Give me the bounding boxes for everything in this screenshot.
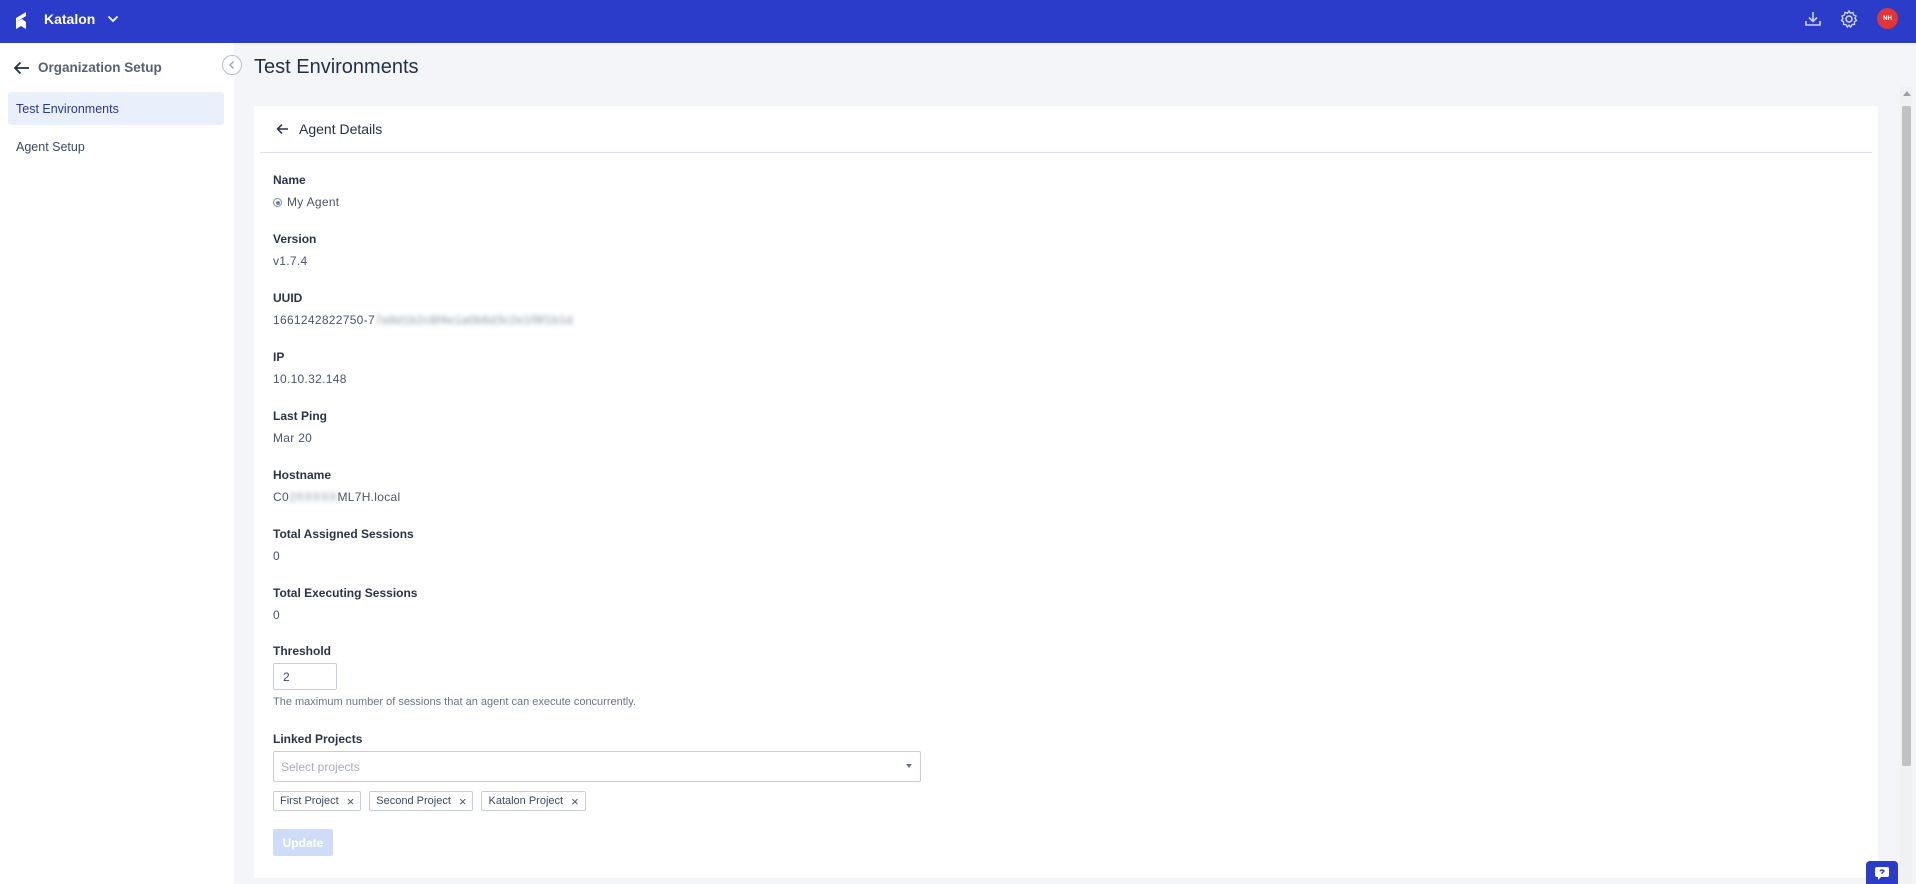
agent-details-card: Agent Details Name My Agent Version v1.7… xyxy=(254,106,1878,878)
threshold-input[interactable] xyxy=(273,663,337,690)
threshold-label: Threshold xyxy=(273,644,332,658)
top-bar: Katalon NH xyxy=(0,0,1916,43)
radio-icon xyxy=(273,198,282,207)
sidebar-back-label: Organization Setup xyxy=(38,60,162,75)
chevron-left-icon xyxy=(229,61,234,69)
org-name: Katalon xyxy=(44,10,96,27)
project-tag: First Project × xyxy=(273,791,362,811)
version-label: Version xyxy=(273,232,317,246)
back-to-organization-setup[interactable]: Organization Setup xyxy=(13,60,162,75)
chevron-down-icon xyxy=(108,15,119,22)
sidebar-item-test-environments[interactable]: Test Environments xyxy=(8,92,224,125)
uuid-visible: 1661242822750-7 xyxy=(273,313,375,327)
hostname-label: Hostname xyxy=(273,468,332,482)
project-tag: Second Project × xyxy=(369,791,474,811)
scrollbar-thumb[interactable] xyxy=(1902,106,1911,766)
select-placeholder: Select projects xyxy=(281,759,360,774)
executing-sessions-value: 0 xyxy=(273,608,280,622)
hostname-prefix: C0 xyxy=(273,490,289,504)
project-tag-label: Katalon Project xyxy=(488,795,564,807)
sidebar: Organization Setup Test Environments Age… xyxy=(0,43,234,884)
name-value: My Agent xyxy=(273,195,339,209)
version-value: v1.7.4 xyxy=(273,254,308,268)
close-icon[interactable]: × xyxy=(347,795,355,808)
uuid-label: UUID xyxy=(273,291,303,305)
chat-icon xyxy=(1875,866,1889,880)
assigned-sessions-value: 0 xyxy=(273,549,280,563)
scroll-up-arrow-icon[interactable] xyxy=(1903,91,1911,96)
project-tag-label: First Project xyxy=(280,795,339,807)
close-icon[interactable]: × xyxy=(571,795,579,808)
hostname-suffix: ML7H.local xyxy=(337,490,401,504)
agent-name: My Agent xyxy=(287,195,340,209)
gear-icon[interactable] xyxy=(1839,9,1859,29)
uuid-redacted: 7a9d1b2c8f4e1a0b6d3c2e1f9f1b1d xyxy=(374,313,573,327)
org-switcher[interactable]: Katalon xyxy=(44,0,119,37)
threshold-hint: The maximum number of sessions that an a… xyxy=(273,696,636,708)
sidebar-item-label: Agent Setup xyxy=(16,139,85,154)
linked-projects-select[interactable]: Select projects xyxy=(273,751,921,782)
close-icon[interactable]: × xyxy=(459,795,467,808)
card-header: Agent Details xyxy=(260,106,1872,153)
hostname-redacted: 2XXXXX xyxy=(288,490,338,504)
collapse-sidebar-button[interactable] xyxy=(222,55,242,75)
page-title: Test Environments xyxy=(254,56,419,78)
card-title: Agent Details xyxy=(299,121,383,137)
linked-projects-label: Linked Projects xyxy=(273,732,363,746)
back-arrow-icon[interactable] xyxy=(276,123,289,135)
last-ping-value: Mar 20 xyxy=(273,431,313,445)
download-icon[interactable] xyxy=(1803,9,1823,29)
linked-project-tags: First Project × Second Project × Katalon… xyxy=(273,791,586,811)
arrow-left-icon xyxy=(13,61,29,74)
update-button[interactable]: Update xyxy=(273,829,333,856)
name-label: Name xyxy=(273,173,306,187)
caret-down-icon xyxy=(906,764,912,768)
uuid-value: 1661242822750-77a9d1b2c8f4e1a0b6d3c2e1f9… xyxy=(273,313,573,327)
executing-sessions-label: Total Executing Sessions xyxy=(273,586,418,600)
sidebar-item-agent-setup[interactable]: Agent Setup xyxy=(8,130,224,163)
katalon-logo-icon[interactable] xyxy=(13,10,30,31)
avatar[interactable]: NH xyxy=(1877,8,1898,29)
sidebar-item-label: Test Environments xyxy=(16,101,119,116)
ip-value: 10.10.32.148 xyxy=(273,372,347,386)
help-widget-button[interactable] xyxy=(1866,861,1898,884)
hostname-value: C02XXXXXML7H.local xyxy=(273,490,400,504)
assigned-sessions-label: Total Assigned Sessions xyxy=(273,527,414,541)
last-ping-label: Last Ping xyxy=(273,409,328,423)
ip-label: IP xyxy=(273,350,285,364)
project-tag: Katalon Project × xyxy=(481,791,586,811)
project-tag-label: Second Project xyxy=(376,795,451,807)
